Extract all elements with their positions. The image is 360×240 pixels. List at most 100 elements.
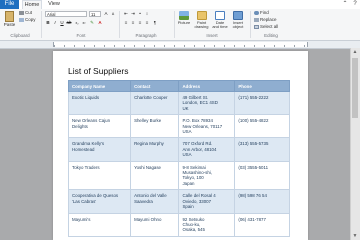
address-cell: 9-8 Sekimai Musashino-shi, Tokyo, 100 Japan bbox=[178, 160, 236, 191]
align-left-icon[interactable]: ≡ bbox=[123, 20, 129, 26]
ribbon-separator bbox=[174, 11, 175, 38]
copy-label: Copy bbox=[25, 17, 36, 22]
address-line: USA bbox=[182, 152, 192, 158]
paint-drawing-label: Paint drawing bbox=[194, 20, 209, 30]
address-cell: P.O. Box 78934 New Orleans, 70117 USA bbox=[178, 114, 236, 139]
superscript-icon[interactable]: x² bbox=[81, 20, 87, 26]
date-time-label: Date and time bbox=[212, 20, 228, 30]
find-icon bbox=[254, 10, 259, 15]
suppliers-table: Company Name Contact Address Phone Exoti… bbox=[67, 80, 290, 237]
object-icon bbox=[233, 11, 243, 20]
ribbon-separator bbox=[41, 11, 42, 38]
table-row: Mayumi's Mayumi Ohno 92 Setsuko Chuo-ku, O… bbox=[67, 212, 290, 237]
table-row: Exotic Liquids Charlotte Cooper 49 Gilbe… bbox=[67, 90, 290, 116]
collapse-ribbon-icon[interactable]: ⌃ bbox=[341, 0, 349, 9]
replace-label: Replace bbox=[260, 17, 277, 22]
bullets-icon[interactable]: • bbox=[137, 11, 143, 17]
font-group-label: Font bbox=[76, 33, 86, 38]
select-all-label: Select all bbox=[260, 24, 279, 29]
ribbon: Paste Cut Copy Clipboard Arial 11 A A B … bbox=[0, 9, 360, 41]
paint-drawing-button[interactable]: Paint drawing bbox=[193, 11, 210, 29]
decrease-indent-icon[interactable]: ⇤ bbox=[123, 11, 129, 17]
scroll-down-icon[interactable]: ▼ bbox=[350, 232, 360, 240]
bold-icon[interactable]: B bbox=[45, 20, 51, 26]
tab-view[interactable]: View bbox=[46, 0, 62, 9]
insert-object-button[interactable]: Insert object bbox=[230, 11, 246, 29]
file-menu-button[interactable]: File bbox=[0, 0, 19, 9]
paste-label: Paste bbox=[3, 22, 16, 27]
insert-object-label: Insert object bbox=[232, 20, 244, 30]
clipboard-icon bbox=[5, 11, 14, 22]
copy-button[interactable]: Copy bbox=[19, 17, 36, 23]
address-cell: 707 Oxford Rd. Ann Arbor, 48104 USA bbox=[178, 137, 236, 162]
company-cell: Cooperativa de Quesos 'Las Cabras' bbox=[67, 189, 132, 214]
paint-icon bbox=[196, 11, 207, 20]
paragraph-group-label: Paragraph bbox=[135, 33, 157, 38]
address-line: Spain bbox=[182, 204, 194, 210]
picture-icon bbox=[179, 11, 189, 20]
date-time-button[interactable]: Date and time bbox=[212, 11, 228, 29]
document-title: List of Suppliers bbox=[68, 66, 129, 76]
subscript-icon[interactable]: x₂ bbox=[74, 20, 80, 26]
contact-cell: Yoshi Nagase bbox=[130, 160, 180, 191]
company-cell: Mayumi's bbox=[67, 212, 132, 237]
align-center-icon[interactable]: ≡ bbox=[130, 20, 136, 26]
scrollbar-thumb[interactable] bbox=[352, 58, 358, 118]
table-row: Grandma Kelly's Homestead Regina Murphy … bbox=[67, 137, 290, 162]
paragraph-icon[interactable]: ¶ bbox=[152, 20, 158, 26]
contact-cell: Antonio del Valle Saavedra bbox=[130, 189, 180, 214]
scroll-up-icon[interactable]: ▲ bbox=[350, 48, 360, 56]
address-cell: Calle del Rosal 4 Oviedo, 33007 Spain bbox=[178, 189, 236, 214]
align-right-icon[interactable]: ≡ bbox=[137, 20, 143, 26]
address-line: Japan bbox=[182, 180, 195, 186]
line-spacing-icon[interactable]: ↕ bbox=[144, 11, 150, 17]
strikethrough-icon[interactable]: ab bbox=[66, 20, 72, 26]
replace-button[interactable]: Replace bbox=[254, 17, 277, 23]
paste-button[interactable]: Paste bbox=[3, 11, 16, 27]
picture-button[interactable]: Picture bbox=[177, 11, 191, 25]
company-cell: Exotic Liquids bbox=[67, 90, 132, 116]
contact-cell: Charlotte Cooper bbox=[130, 90, 180, 116]
contact-cell: Regina Murphy bbox=[130, 137, 180, 162]
company-cell: New Orleans Cajun Delights bbox=[67, 114, 132, 139]
phone-cell: (171) 555-2222 bbox=[234, 90, 290, 116]
highlight-icon[interactable]: ✎ bbox=[89, 20, 95, 26]
underline-icon[interactable]: U bbox=[59, 20, 65, 26]
picture-label: Picture bbox=[177, 20, 191, 25]
document-page[interactable]: List of Suppliers Company Name Contact A… bbox=[53, 51, 308, 240]
find-button[interactable]: Find bbox=[254, 10, 269, 16]
select-all-icon bbox=[254, 24, 259, 29]
grow-font-icon[interactable]: A bbox=[103, 11, 109, 17]
address-cell: 49 Gilbert St. London, EC1 4SD UK bbox=[178, 90, 236, 116]
company-cell: Tokyo Traders bbox=[67, 160, 132, 191]
table-row: New Orleans Cajun Delights Shelley Burke… bbox=[67, 114, 290, 139]
phone-cell: (313) 555-5735 bbox=[234, 137, 290, 162]
justify-icon[interactable]: ≡ bbox=[144, 20, 150, 26]
phone-cell: (100) 555-4822 bbox=[234, 114, 290, 139]
italic-icon[interactable]: I bbox=[52, 20, 58, 26]
font-family-select[interactable]: Arial bbox=[45, 11, 87, 17]
company-cell: Grandma Kelly's Homestead bbox=[67, 137, 132, 162]
font-color-icon[interactable]: A bbox=[97, 20, 103, 26]
editing-group-label: Editing bbox=[264, 33, 278, 38]
address-cell: 92 Setsuko Chuo-ku, Osaka, 545 bbox=[178, 212, 236, 237]
phone-cell: (98) 598 76 54 bbox=[234, 189, 290, 214]
clipboard-group-label: Clipboard bbox=[10, 33, 30, 38]
font-size-select[interactable]: 11 bbox=[89, 11, 101, 17]
replace-icon bbox=[254, 17, 259, 22]
select-all-button[interactable]: Select all bbox=[254, 24, 278, 30]
help-icon[interactable]: ? bbox=[351, 0, 359, 9]
ruler-scale bbox=[53, 42, 308, 47]
address-line: UK bbox=[182, 105, 189, 111]
tab-home[interactable]: Home bbox=[22, 0, 42, 9]
phone-cell: (03) 3555-5011 bbox=[234, 160, 290, 191]
table-row: Cooperativa de Quesos 'Las Cabras' Anton… bbox=[67, 189, 290, 214]
column-header: Company Name bbox=[67, 80, 132, 92]
contact-cell: Shelley Burke bbox=[130, 114, 180, 139]
column-header: Contact bbox=[130, 80, 180, 92]
shrink-font-icon[interactable]: A bbox=[110, 11, 116, 17]
cut-button[interactable]: Cut bbox=[19, 10, 32, 16]
increase-indent-icon[interactable]: ⇥ bbox=[130, 11, 136, 17]
column-header: Address bbox=[178, 80, 236, 92]
ruler[interactable] bbox=[0, 41, 360, 49]
